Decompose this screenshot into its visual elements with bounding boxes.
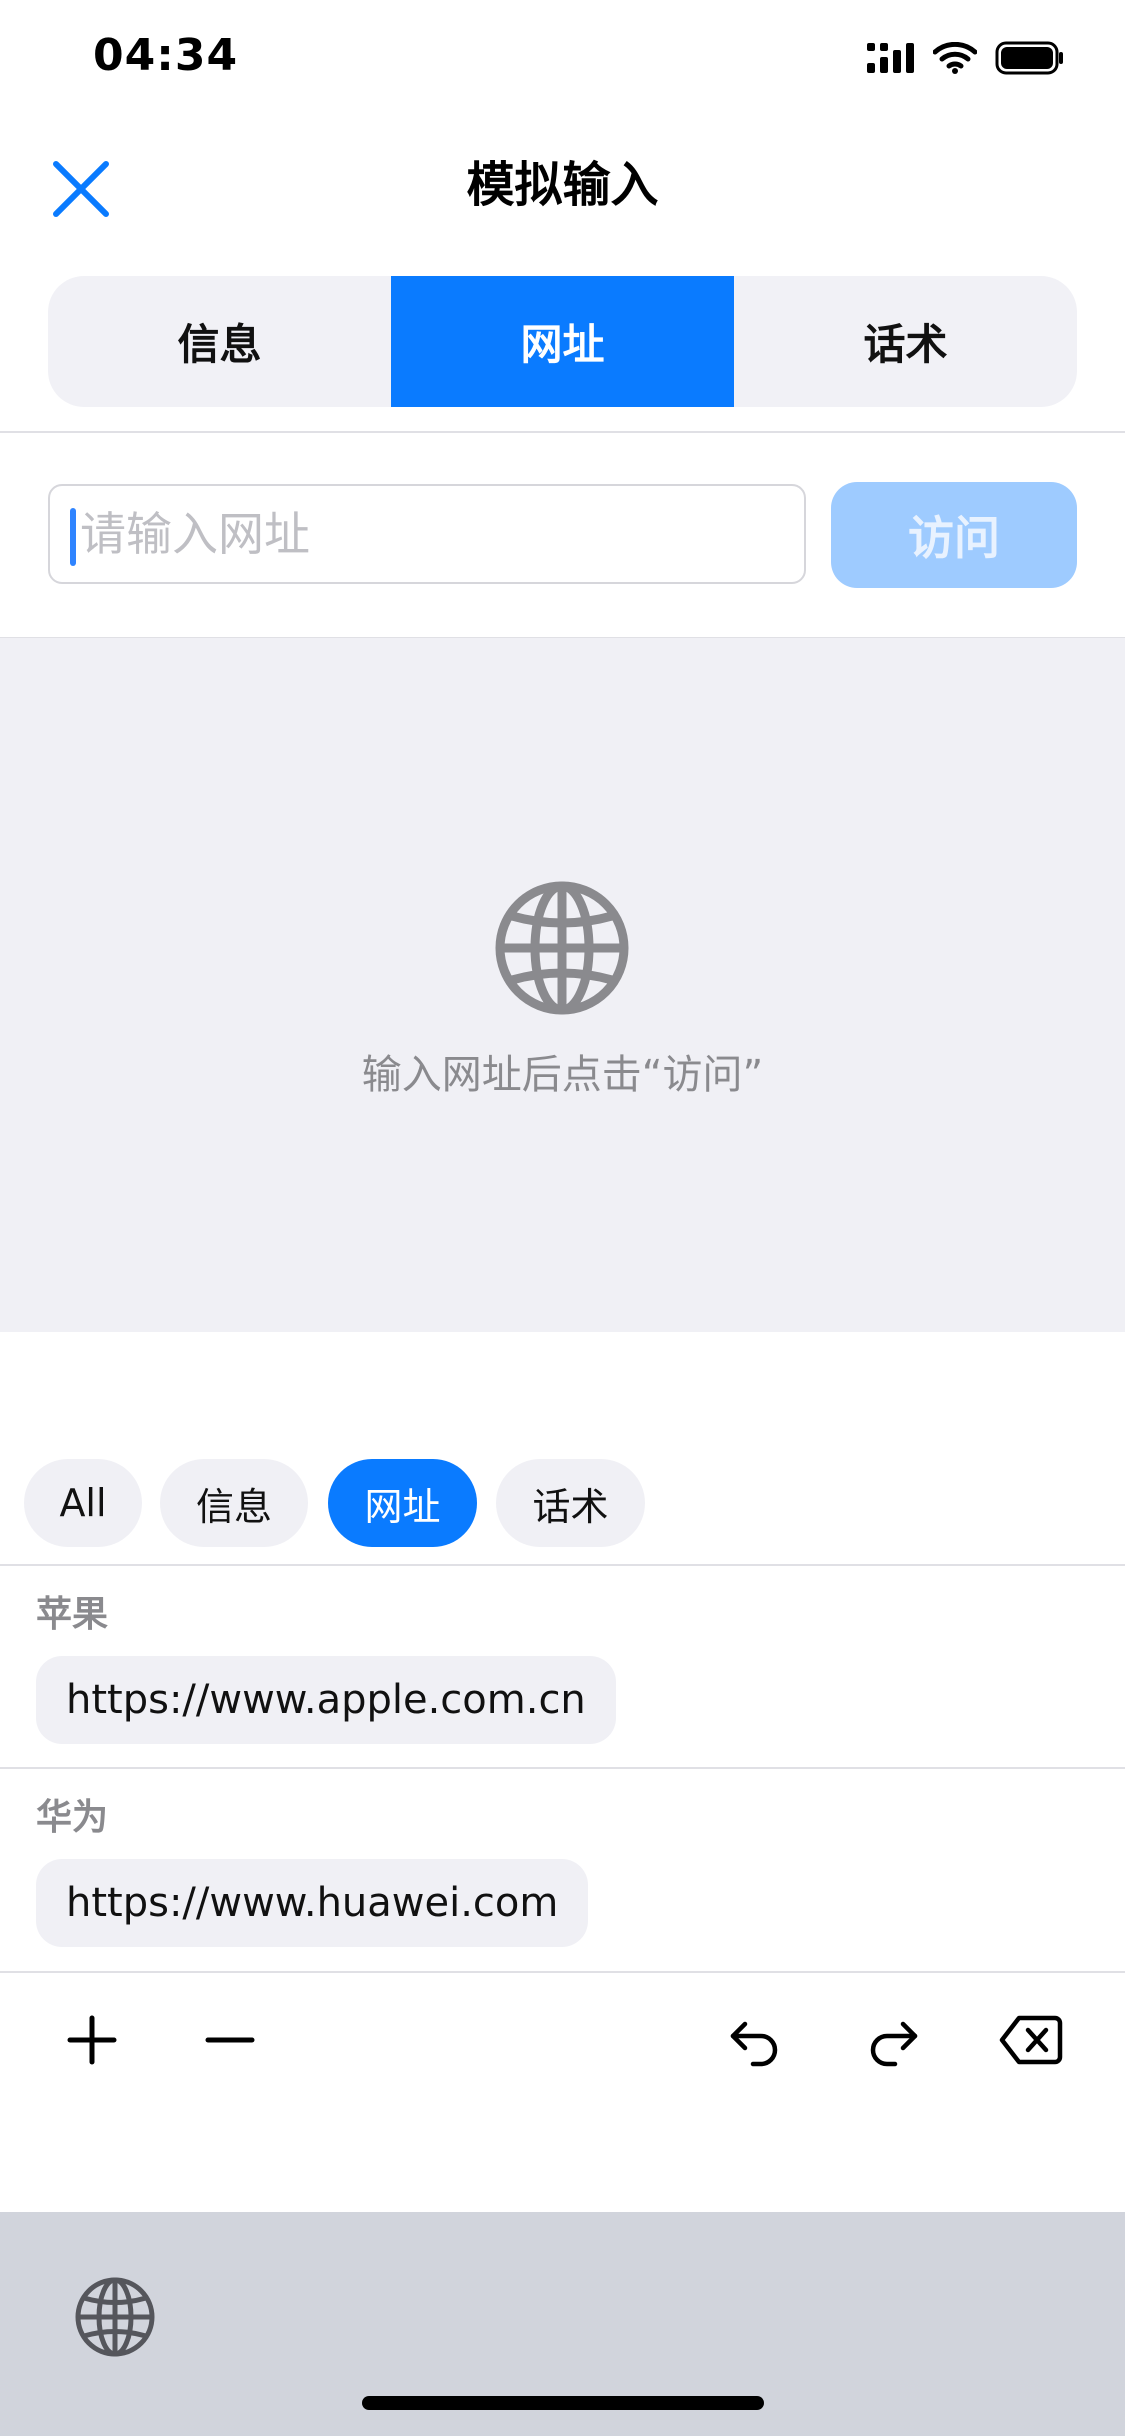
undo-icon [730,2021,778,2067]
filter-chip-info[interactable]: 信息 [160,1459,308,1547]
delete-backward-button[interactable] [991,2000,1071,2080]
remove-button[interactable] [190,2000,270,2080]
add-button[interactable] [52,2000,132,2080]
entry-url[interactable]: https://www.huawei.com [36,1859,589,1947]
battery-icon [995,41,1063,75]
wifi-icon [933,42,977,74]
divider [0,1971,1125,1973]
divider [0,1564,1125,1566]
status-icons [867,40,1065,76]
status-time: 04:34 [93,30,239,81]
segment-script[interactable]: 话术 [734,276,1077,407]
filter-chip-script[interactable]: 话术 [496,1459,645,1547]
minus-icon [205,2037,255,2043]
keyboard-globe-icon[interactable] [74,2276,156,2358]
url-input[interactable]: 请输入网址 [48,484,806,584]
segment-info[interactable]: 信息 [48,276,391,407]
entry-title: 华为 [36,1797,109,1838]
delete-backward-icon [999,2015,1063,2065]
mode-segmented-control: 信息 网址 话术 [48,276,1077,407]
plus-icon [67,2015,117,2065]
entry-title: 苹果 [36,1594,109,1635]
redo-icon [870,2021,918,2067]
entry-url[interactable]: https://www.apple.com.cn [36,1656,616,1744]
text-caret [70,508,76,566]
cellular-signal-icon [867,43,914,73]
page-title: 模拟输入 [466,157,659,213]
filter-chip-all[interactable]: All [24,1459,142,1547]
url-input-placeholder: 请输入网址 [80,507,310,561]
divider [0,1767,1125,1769]
web-view-hint: 输入网址后点击“访问” [361,1052,764,1098]
visit-button[interactable]: 访问 [831,482,1077,588]
segment-url[interactable]: 网址 [391,276,734,407]
divider [0,431,1125,433]
globe-icon [495,881,629,1015]
undo-button[interactable] [715,2000,795,2080]
redo-button[interactable] [853,2000,933,2080]
filter-chip-url[interactable]: 网址 [328,1459,477,1547]
home-indicator [362,2396,764,2410]
